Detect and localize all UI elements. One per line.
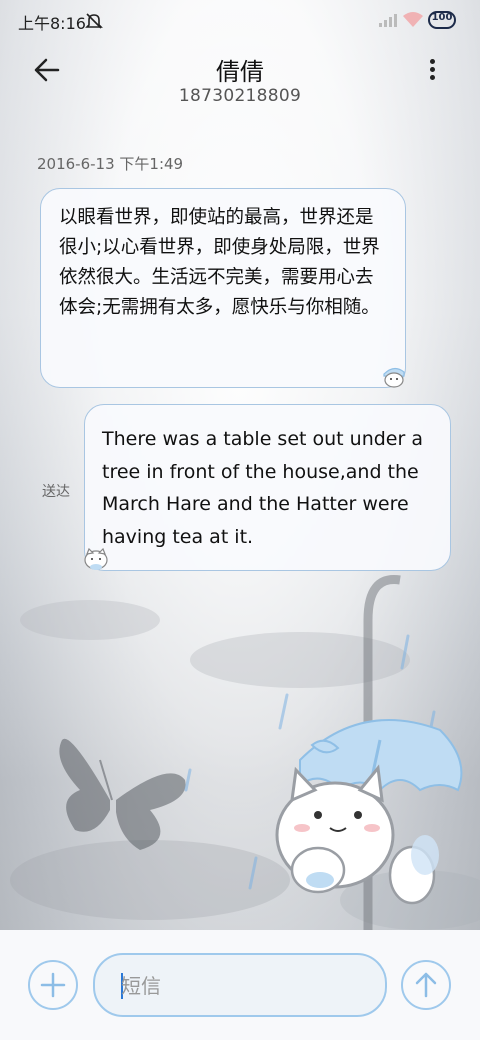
- incoming-message-bubble[interactable]: 以眼看世界，即使站的最高，世界还是很小;以心看世界，即使身处局限，世界依然很大。…: [40, 188, 406, 388]
- status-time: 上午8:16: [18, 14, 86, 33]
- conversation-header: 倩倩 18730218809: [0, 44, 480, 124]
- more-vert-icon: [420, 59, 444, 80]
- mute-icon: [84, 11, 104, 35]
- signal-icon: [378, 12, 398, 32]
- bubble-cat-sticker-icon: [84, 547, 108, 570]
- send-button[interactable]: [401, 960, 451, 1010]
- battery-level: 100: [431, 12, 453, 23]
- wifi-icon: [402, 11, 424, 33]
- message-timestamp: 2016-6-13 下午1:49: [37, 155, 184, 173]
- delivery-status: 送达: [42, 484, 70, 500]
- arrow-up-icon: [415, 972, 437, 998]
- message-input-container[interactable]: [93, 953, 387, 1017]
- message-text: There was a table set out under a tree i…: [102, 428, 423, 548]
- battery-icon: 100: [428, 11, 456, 29]
- plus-icon: [40, 972, 66, 998]
- message-input[interactable]: [119, 969, 363, 1003]
- more-options-button[interactable]: [420, 56, 444, 84]
- contact-name: 倩倩: [216, 58, 264, 86]
- butterfly-silhouette: [59, 738, 186, 850]
- composer-bar: [0, 930, 480, 1040]
- outgoing-message-bubble[interactable]: There was a table set out under a tree i…: [84, 404, 451, 571]
- bubble-cat-sticker-icon: [383, 367, 405, 388]
- message-text: 以眼看世界，即使站的最高，世界还是很小;以心看世界，即使身处局限，世界依然很大。…: [59, 207, 380, 318]
- add-attachment-button[interactable]: [28, 960, 78, 1010]
- status-bar: 上午8:16 100: [0, 0, 480, 44]
- contact-phone-number: 18730218809: [178, 86, 302, 106]
- cat-umbrella-sticker: [275, 719, 463, 905]
